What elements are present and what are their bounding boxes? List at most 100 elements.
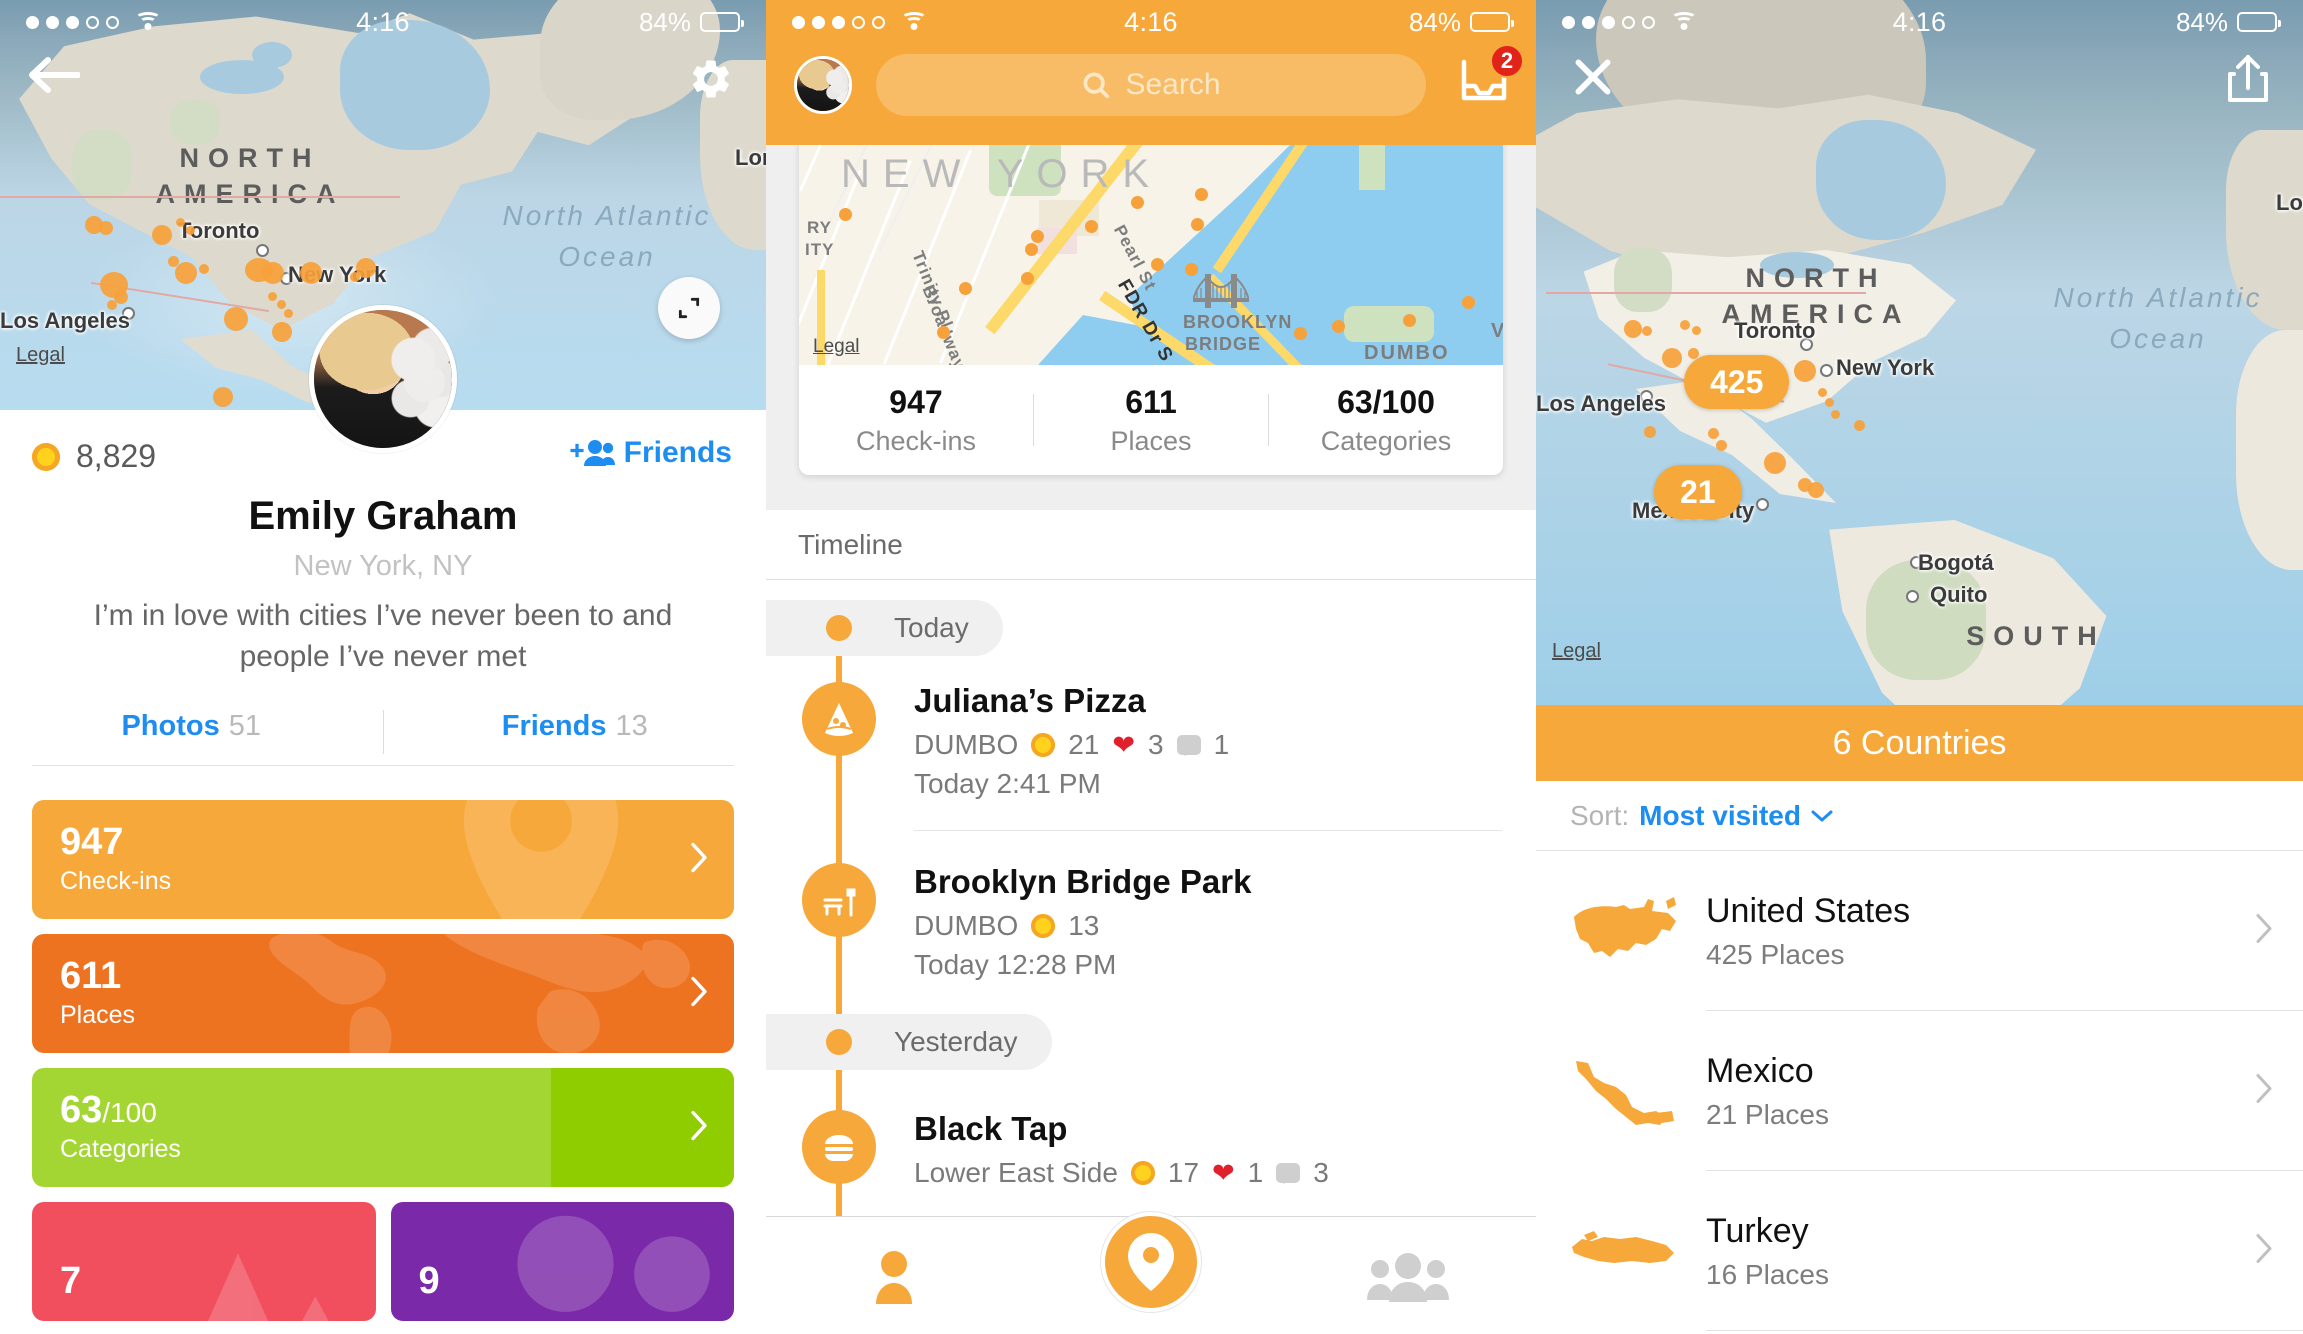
entry-neighborhood: Lower East Side [914, 1157, 1118, 1188]
stat-places-value: 611 [1125, 383, 1177, 420]
brooklyn-bridge-icon [1192, 270, 1250, 310]
card-categories[interactable]: 63/100 Categories [32, 1068, 734, 1187]
entry-likes: 1 [1247, 1157, 1264, 1188]
card-checkins-text: 947 Check-ins [32, 823, 171, 896]
list-item-text: Turkey 16 Places [1706, 1212, 1829, 1291]
map-lake-2 [252, 42, 292, 68]
card-categories-label: Categories [60, 1135, 181, 1163]
map-label-dumbo: DUMBO [1364, 342, 1450, 364]
entry-title: Juliana’s Pizza [914, 682, 1146, 719]
city-label-london: Lon [2276, 190, 2303, 215]
card-art-red [135, 1202, 375, 1321]
timeline-header: Timeline [766, 510, 1536, 580]
list-item-united-states[interactable]: United States 425 Places [1536, 851, 2303, 1011]
map-badge-425[interactable]: 425 [1684, 355, 1790, 409]
countries-map[interactable]: NORTH AMERICA SOUTH North Atlantic Ocean… [1536, 0, 2303, 705]
map-pin [1764, 452, 1786, 474]
tab-photos[interactable]: Photos 51 [0, 710, 383, 754]
list-item-text: United States 425 Places [1706, 892, 1910, 971]
map-legal-link[interactable]: Legal [16, 344, 65, 367]
stat-categories-label: Categories [1320, 425, 1452, 456]
entry-comments: 3 [1313, 1157, 1329, 1188]
checkin-tab[interactable] [1101, 1212, 1201, 1312]
map-pin [1151, 258, 1164, 271]
card-places-label: Places [60, 1001, 136, 1029]
map-ocean-label: North Atlantic Ocean [502, 200, 712, 272]
list-item-turkey[interactable]: Turkey 16 Places [1536, 1171, 2303, 1331]
city-label-london: Lon [735, 145, 766, 170]
map-continent-label-south: SOUTH [1966, 621, 2106, 651]
day-chip-today-label: Today [894, 612, 969, 643]
ny-map[interactable]: NEW YORK RY ITY Trinity Pl Broadway Pear… [799, 130, 1503, 365]
map-pin [175, 262, 197, 284]
city-dot-mexicocity [1756, 498, 1769, 511]
card-categories-value: 63/100 [60, 1091, 181, 1129]
card-art-world [243, 934, 734, 1053]
sort-label: Sort: [1570, 799, 1630, 831]
gear-icon[interactable] [688, 56, 734, 107]
add-friends-button[interactable]: Friends [570, 436, 732, 470]
map-vegetation-1 [1614, 248, 1672, 312]
avatar-image [797, 59, 849, 111]
tab-friends[interactable]: Friends 13 [384, 710, 767, 754]
panel-profile: NORTH AMERICA North Atlantic Ocean Toron… [0, 0, 766, 1334]
card-checkins[interactable]: 947 Check-ins [32, 800, 734, 919]
sort-value[interactable]: Most visited [1639, 800, 1801, 832]
map-legal-link[interactable]: Legal [1552, 640, 1601, 663]
map-pin [99, 221, 113, 235]
map-card[interactable]: NEW YORK RY ITY Trinity Pl Broadway Pear… [799, 130, 1503, 475]
chevron-right-icon [2255, 913, 2273, 950]
avatar-image [314, 310, 452, 448]
tab-photos-label: Photos [121, 710, 220, 742]
share-icon[interactable] [2227, 52, 2269, 109]
stat-checkins[interactable]: 947 Check-ins [799, 384, 1033, 457]
entry-neighborhood: DUMBO [914, 729, 1019, 760]
stat-places[interactable]: 611 Places [1034, 384, 1268, 457]
card-purple[interactable]: 9 [390, 1202, 734, 1321]
status-bar: 4:16 84% [766, 0, 1536, 44]
people-icon [1366, 1252, 1449, 1302]
expand-icon[interactable] [658, 277, 720, 339]
map-pin [1831, 410, 1840, 419]
chevron-right-icon [690, 975, 708, 1012]
map-legal-link[interactable]: Legal [813, 336, 860, 358]
panel-home-timeline: Search 2 NEW YORK RY ITY Trinity Pl Broa… [766, 0, 1536, 1334]
countries-list: United States 425 Places Mexico 21 Place… [1536, 851, 2303, 1334]
day-chip-today: Today [766, 600, 1003, 656]
entry-coins: 13 [1068, 910, 1100, 941]
united-states-shape-icon [1570, 891, 1682, 971]
map-badge-21[interactable]: 21 [1654, 465, 1742, 519]
coin-count: 8,829 [32, 438, 156, 475]
city-label-quito: Quito [1930, 582, 1988, 607]
map-park-green-2 [1359, 140, 1385, 190]
sort-control[interactable]: Sort: Most visited [1536, 781, 2303, 851]
map-pin [1403, 314, 1416, 327]
avatar[interactable] [794, 56, 852, 114]
back-arrow-icon[interactable] [28, 56, 81, 99]
map-ocean-label: North Atlantic Ocean [2053, 282, 2263, 354]
country-places: 21 Places [1706, 1098, 1829, 1130]
city-label-losangeles: Los Angeles [0, 308, 130, 333]
friends-tab[interactable] [1279, 1250, 1536, 1302]
map-vegetation-2 [170, 100, 220, 144]
list-item-mexico[interactable]: Mexico 21 Places [1536, 1011, 2303, 1171]
stat-categories[interactable]: 63/100 Categories [1269, 384, 1503, 457]
map-pin [213, 387, 233, 407]
entry-time: Today 2:41 PM [914, 768, 1101, 799]
card-red[interactable]: 7 [32, 1202, 376, 1321]
burger-icon [802, 1110, 876, 1184]
chevron-down-icon[interactable] [1811, 809, 1833, 823]
map-pin [1808, 482, 1824, 498]
map-pin [1708, 428, 1719, 439]
map-continent-label: NORTH AMERICA [155, 143, 345, 210]
avatar[interactable] [309, 305, 457, 453]
close-icon[interactable] [1568, 52, 1618, 107]
inbox-button[interactable]: 2 [1458, 44, 1524, 109]
turkey-shape-icon [1570, 1211, 1682, 1291]
stat-cards-bottom-row: 7 9 [32, 1202, 734, 1321]
profile-tab[interactable] [766, 1248, 1023, 1304]
card-places[interactable]: 611 Places [32, 934, 734, 1053]
map-pin [350, 272, 360, 282]
search-input[interactable]: Search [876, 54, 1426, 116]
profile-body: 8,829 Friends Emily Graham New York, NY … [0, 305, 767, 1334]
